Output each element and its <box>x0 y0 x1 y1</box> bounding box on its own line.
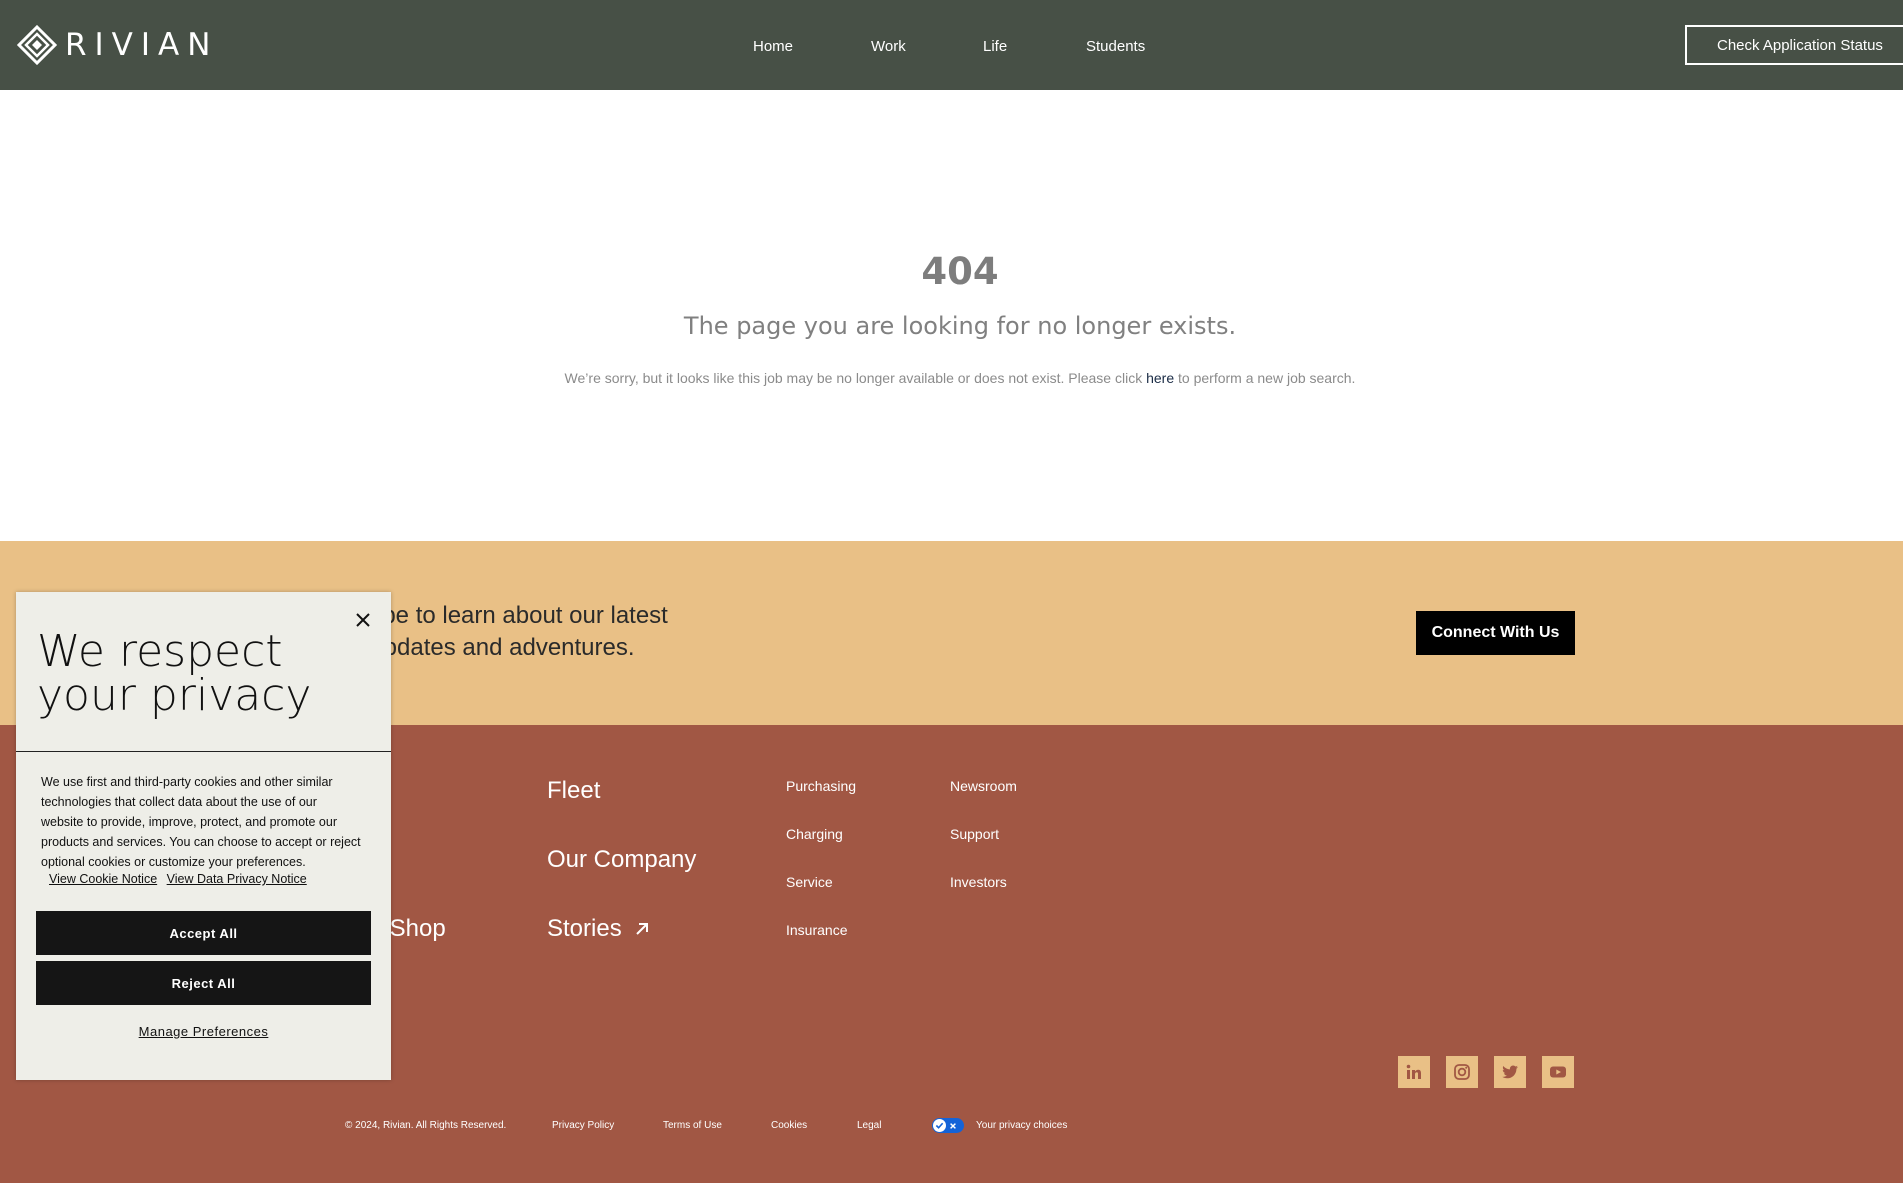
cookie-title-line-2: your privacy <box>37 670 312 721</box>
footer-link-stories-label: Stories <box>547 915 622 942</box>
cookies-link[interactable]: Cookies <box>771 1120 807 1131</box>
external-arrow-icon <box>636 923 649 935</box>
copyright-text: © 2024, Rivian. All Rights Reserved. <box>345 1120 507 1131</box>
nav-students[interactable]: Students <box>1086 38 1145 55</box>
nav-work[interactable]: Work <box>871 38 906 55</box>
footer-link-purchasing[interactable]: Purchasing <box>786 778 856 794</box>
new-search-link[interactable]: here <box>1146 370 1174 386</box>
footer-link-insurance[interactable]: Insurance <box>786 922 847 938</box>
cookie-title-line-1: We respect <box>37 626 283 677</box>
twitter-icon[interactable] <box>1494 1056 1526 1088</box>
footer-link-investors[interactable]: Investors <box>950 874 1007 890</box>
privacy-choices-toggle[interactable] <box>932 1118 964 1133</box>
instagram-icon[interactable] <box>1446 1056 1478 1088</box>
terms-of-use-link[interactable]: Terms of Use <box>663 1120 722 1131</box>
close-icon[interactable] <box>353 610 373 630</box>
check-application-status-button[interactable]: Check Application Status <box>1685 25 1903 65</box>
nav-home[interactable]: Home <box>753 38 793 55</box>
view-data-privacy-notice-link[interactable]: View Data Privacy Notice <box>167 872 307 886</box>
footer-link-our-company[interactable]: Our Company <box>547 846 696 874</box>
privacy-toggle-check-icon <box>933 1119 946 1132</box>
instagram-glyph <box>1454 1064 1470 1080</box>
privacy-policy-link[interactable]: Privacy Policy <box>552 1120 614 1131</box>
connect-with-us-button[interactable]: Connect With Us <box>1416 611 1575 655</box>
cookie-notice-links: View Cookie Notice View Data Privacy Not… <box>49 872 313 886</box>
legal-link[interactable]: Legal <box>857 1120 881 1131</box>
linkedin-glyph <box>1406 1064 1421 1079</box>
youtube-icon[interactable] <box>1542 1056 1574 1088</box>
error-message: We’re sorry, but it looks like this job … <box>0 370 1903 386</box>
nav-life[interactable]: Life <box>983 38 1007 55</box>
footer-link-service[interactable]: Service <box>786 874 833 890</box>
cookie-modal-title: We respect your privacy <box>37 630 337 718</box>
error-code: 404 <box>921 250 999 293</box>
privacy-choices-link[interactable]: Your privacy choices <box>976 1120 1067 1131</box>
error-message-tail: to perform a new job search. <box>1174 370 1356 386</box>
linkedin-icon[interactable] <box>1398 1056 1430 1088</box>
cookie-modal-divider <box>16 751 391 752</box>
footer-link-stories[interactable]: Stories <box>547 915 650 943</box>
manage-preferences-link[interactable]: Manage Preferences <box>16 1024 391 1039</box>
error-title: The page you are looking for no longer e… <box>683 312 1237 340</box>
privacy-toggle-x-icon <box>950 1122 956 1129</box>
cookie-consent-modal: We respect your privacy We use first and… <box>16 592 391 1080</box>
view-cookie-notice-link[interactable]: View Cookie Notice <box>49 872 157 886</box>
error-message-text: We’re sorry, but it looks like this job … <box>564 370 1147 386</box>
footer-link-charging[interactable]: Charging <box>786 826 843 842</box>
reject-all-button[interactable]: Reject All <box>36 961 371 1005</box>
subscribe-line-2: s, updates and adventures. <box>345 634 635 661</box>
footer-link-fleet[interactable]: Fleet <box>547 777 600 805</box>
rivian-logo-icon <box>17 25 57 65</box>
subscribe-line-1: scribe to learn about our latest <box>345 602 668 629</box>
rivian-logo[interactable]: RIVIAN <box>17 25 218 65</box>
footer-link-support[interactable]: Support <box>950 826 999 842</box>
youtube-glyph <box>1550 1066 1566 1078</box>
subscribe-text: scribe to learn about our latest s, upda… <box>345 600 745 664</box>
twitter-glyph <box>1502 1065 1518 1079</box>
top-navigation-bar: RIVIAN Home Work Life Students Check App… <box>0 0 1903 90</box>
accept-all-button[interactable]: Accept All <box>36 911 371 955</box>
cookie-description: We use first and third-party cookies and… <box>41 775 361 869</box>
logo-text: RIVIAN <box>65 27 219 63</box>
footer-link-newsroom[interactable]: Newsroom <box>950 778 1017 794</box>
